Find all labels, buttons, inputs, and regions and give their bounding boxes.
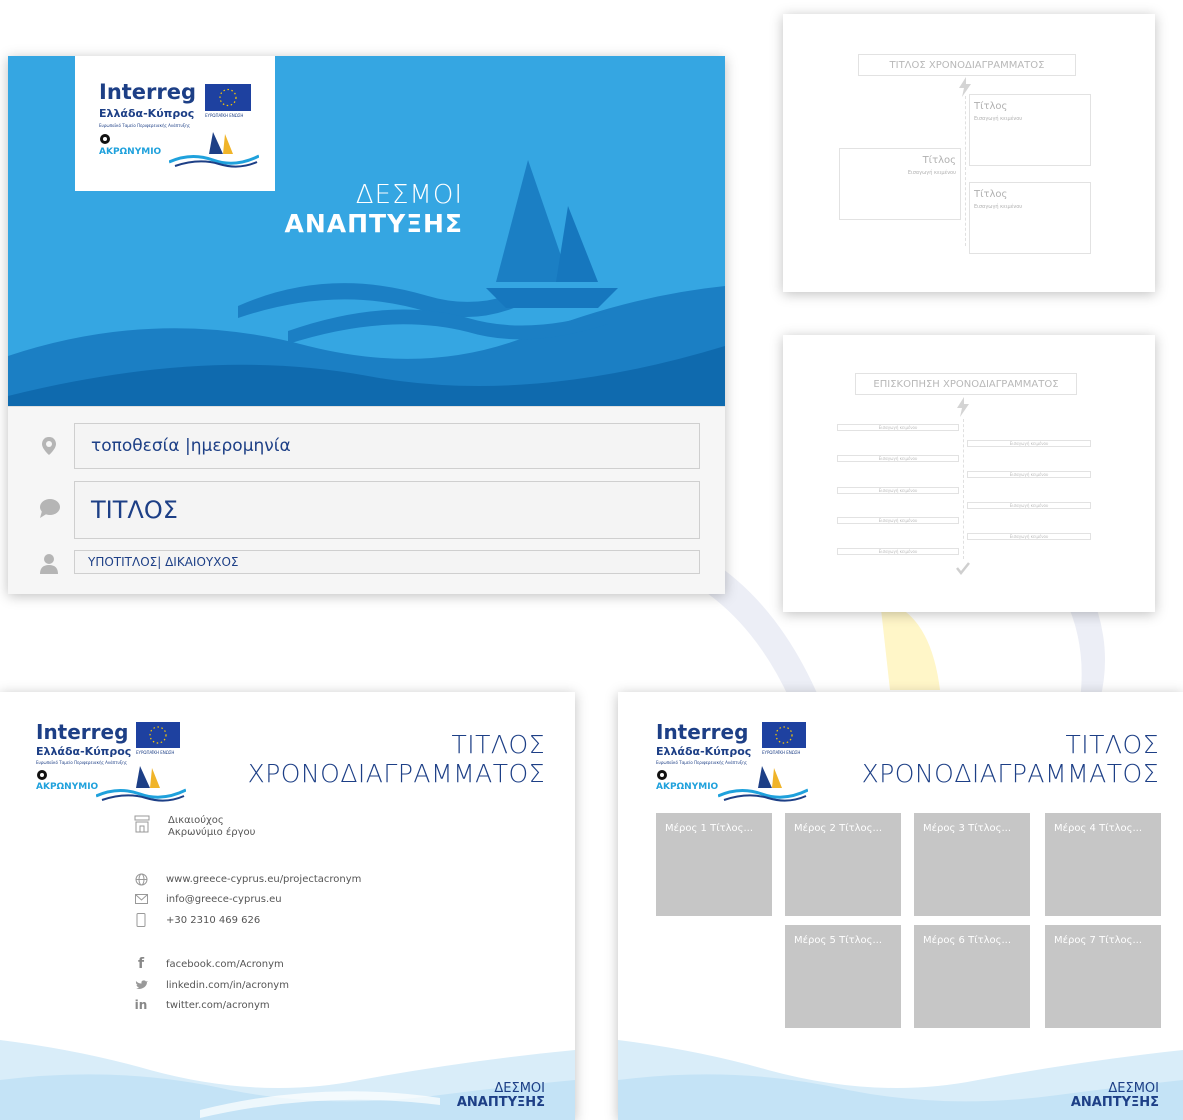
beneficiary-block: Δικαιούχος Ακρωνύμιο έργου bbox=[134, 815, 255, 839]
overview-entry[interactable]: Εισαγωγή κειμένου bbox=[837, 517, 959, 524]
phone-icon bbox=[134, 913, 148, 927]
timeline-axis bbox=[965, 96, 967, 246]
gallery-slide-title: ΤΙΤΛΟΣ ΧΡΟΝΟΔΙΑΓΡΑΜΜΑΤΟΣ bbox=[861, 730, 1159, 788]
contact-slide-title: ΤΙΤΛΟΣ ΧΡΟΝΟΔΙΑΓΡΑΜΜΑΤΟΣ bbox=[247, 730, 545, 788]
logo-box: Interreg Ελλάδα-Κύπρος Ευρωπαϊκό Ταμείο … bbox=[75, 56, 275, 191]
hero-banner: Interreg Ελλάδα-Κύπρος Ευρωπαϊκό Ταμείο … bbox=[8, 56, 725, 406]
title-slide-preview[interactable]: Interreg Ελλάδα-Κύπρος Ευρωπαϊκό Ταμείο … bbox=[8, 56, 725, 594]
overview-entry[interactable]: Εισαγωγή κειμένου bbox=[837, 424, 959, 431]
overview-entry[interactable]: Εισαγωγή κειμένου bbox=[837, 487, 959, 494]
gallery-tile[interactable]: Μέρος 3 Τίτλος... bbox=[914, 813, 1030, 916]
eu-flag-icon bbox=[136, 722, 180, 748]
speech-bubble-icon bbox=[40, 499, 60, 518]
website-link[interactable]: www.greece-cyprus.eu/projectacronym bbox=[166, 874, 361, 885]
flame-icon bbox=[657, 770, 667, 780]
twitter-link[interactable]: twitter.com/acronym bbox=[166, 1000, 270, 1011]
overview-entry[interactable]: Εισαγωγή κειμένου bbox=[837, 548, 959, 555]
overview-axis bbox=[963, 419, 965, 559]
gallery-tile[interactable]: Μέρος 4 Τίτλος... bbox=[1045, 813, 1161, 916]
title-field[interactable]: ΤΙΤΛΟΣ bbox=[74, 481, 700, 539]
phone-number: +30 2310 469 626 bbox=[166, 914, 261, 926]
overview-title: ΕΠΙΣΚΟΠΗΣΗ ΧΡΟΝΟΔΙΑΓΡΑΜΜΑΤΟΣ bbox=[855, 373, 1077, 395]
timeline-slide-preview[interactable]: ΤΙΤΛΟΣ ΧΡΟΝΟΔΙΑΓΡΑΜΜΑΤΟΣ Τίτλος Εισαγωγή… bbox=[783, 14, 1155, 292]
overview-entry[interactable]: Εισαγωγή κειμένου bbox=[967, 533, 1091, 540]
globe-icon bbox=[134, 872, 148, 886]
lightning-icon bbox=[957, 397, 969, 417]
facebook-link[interactable]: facebook.com/Acronym bbox=[166, 959, 284, 970]
boat-wave-icon bbox=[718, 766, 808, 802]
website-row[interactable]: www.greece-cyprus.eu/projectacronym bbox=[134, 872, 361, 886]
footer-brand: ΔΕΣΜΟΙ ΑΝΑΠΤΥΞΗΣ bbox=[1070, 1081, 1159, 1110]
linkedin-link[interactable]: linkedin.com/in/acronym bbox=[166, 980, 289, 991]
overview-entry[interactable]: Εισαγωγή κειμένου bbox=[837, 455, 959, 462]
user-icon bbox=[40, 554, 58, 574]
timeline-item[interactable]: Τίτλος Εισαγωγή κειμένου bbox=[969, 94, 1091, 166]
overview-entry[interactable]: Εισαγωγή κειμένου bbox=[967, 502, 1091, 509]
interreg-logo: Interreg Ελλάδα-Κύπρος Ευρωπαϊκό Ταμείο … bbox=[99, 80, 269, 170]
boat-wave-icon bbox=[96, 766, 186, 802]
subtitle-field[interactable]: ΥΠΟΤΙΤΛΟΣ| ΔΙΚΑΙΟΥΧΟΣ bbox=[74, 550, 700, 574]
footer-brand: ΔΕΣΜΟΙ ΑΝΑΠΤΥΞΗΣ bbox=[456, 1081, 545, 1110]
flame-icon bbox=[37, 770, 47, 780]
gallery-tile[interactable]: Μέρος 1 Τίτλος... bbox=[656, 813, 772, 916]
timeline-title: ΤΙΤΛΟΣ ΧΡΟΝΟΔΙΑΓΡΑΜΜΑΤΟΣ bbox=[858, 54, 1076, 76]
overview-slide-preview[interactable]: ΕΠΙΣΚΟΠΗΣΗ ΧΡΟΝΟΔΙΑΓΡΑΜΜΑΤΟΣ Εισαγωγή κε… bbox=[783, 335, 1155, 612]
linkedin-row[interactable]: linkedin.com/in/acronym bbox=[134, 978, 289, 992]
location-date-field[interactable]: τοποθεσία |ημερομηνία bbox=[74, 423, 700, 469]
timeline-item[interactable]: Τίτλος Εισαγωγή κειμένου bbox=[969, 182, 1091, 254]
facebook-row[interactable]: f facebook.com/Acronym bbox=[134, 956, 284, 972]
overview-entry[interactable]: Εισαγωγή κειμένου bbox=[967, 471, 1091, 478]
contact-slide-preview[interactable]: Interreg Ελλάδα-Κύπρος Ευρωπαϊκό Ταμείο … bbox=[0, 692, 575, 1120]
checkmark-icon bbox=[956, 562, 970, 575]
title-form: τοποθεσία |ημερομηνία ΤΙΤΛΟΣ ΥΠΟΤΙΤΛΟΣ| … bbox=[8, 406, 725, 594]
eu-flag-icon bbox=[762, 722, 806, 748]
location-pin-icon bbox=[42, 437, 56, 455]
email-row[interactable]: info@greece-cyprus.eu bbox=[134, 892, 282, 906]
interreg-logo: Interreg Ελλάδα-Κύπρος Ευρωπαϊκό Ταμείο … bbox=[656, 720, 826, 810]
gallery-tile[interactable]: Μέρος 2 Τίτλος... bbox=[785, 813, 901, 916]
hero-tagline: ΔΕΣΜΟΙ ΑΝΑΠΤΥΞΗΣ bbox=[284, 180, 463, 238]
overview-entry[interactable]: Εισαγωγή κειμένου bbox=[967, 440, 1091, 447]
timeline-item[interactable]: Τίτλος Εισαγωγή κειμένου bbox=[839, 148, 961, 220]
twitter-bird-icon bbox=[134, 978, 148, 992]
email-link[interactable]: info@greece-cyprus.eu bbox=[166, 894, 282, 905]
phone-row: +30 2310 469 626 bbox=[134, 913, 260, 927]
flame-icon bbox=[100, 134, 110, 144]
facebook-icon: f bbox=[137, 956, 145, 972]
envelope-icon bbox=[134, 892, 148, 906]
interreg-logo: Interreg Ελλάδα-Κύπρος Ευρωπαϊκό Ταμείο … bbox=[36, 720, 206, 810]
eu-flag-icon bbox=[205, 84, 251, 111]
boat-wave-icon bbox=[169, 132, 259, 168]
shop-icon bbox=[134, 815, 150, 833]
gallery-slide-preview[interactable]: Interreg Ελλάδα-Κύπρος Ευρωπαϊκό Ταμείο … bbox=[618, 692, 1183, 1120]
